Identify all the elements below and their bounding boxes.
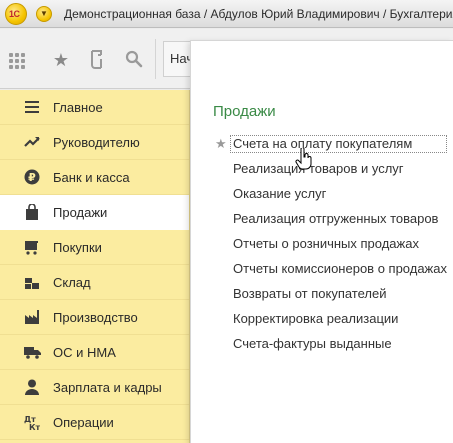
sidebar: Главное Руководителю ₽ Банк и касса Прод… <box>0 90 190 443</box>
panel-link-invoices[interactable]: Счета на оплату покупателям <box>230 135 447 153</box>
svg-text:₽: ₽ <box>28 171 36 184</box>
window-title: Демонстрационная база / Абдулов Юрий Вла… <box>64 6 453 21</box>
sidebar-item-label: Главное <box>53 99 103 115</box>
panel-link-retail-reports[interactable]: Отчеты о розничных продажах <box>233 235 447 260</box>
ruble-coin-icon: ₽ <box>23 168 41 186</box>
sidebar-item-operations[interactable]: Дт Кт Операции <box>0 405 189 440</box>
truck-icon <box>23 343 41 361</box>
panel-link-services[interactable]: Оказание услуг <box>233 185 447 210</box>
sidebar-item-label: Склад <box>53 274 91 290</box>
app-logo-icon: 1C <box>5 2 27 25</box>
logo-text: 1C <box>9 8 20 19</box>
panel-link-commission-reports[interactable]: Отчеты комиссионеров о продажах <box>233 260 447 285</box>
svg-text:Кт: Кт <box>29 423 40 430</box>
chevron-down-icon: ▼ <box>40 8 48 18</box>
sidebar-item-label: Зарплата и кадры <box>53 379 162 395</box>
sidebar-item-salary[interactable]: Зарплата и кадры <box>0 370 189 405</box>
sidebar-item-label: Производство <box>53 309 138 325</box>
cart-icon <box>23 238 41 256</box>
panel-title: Продажи <box>213 103 276 120</box>
factory-icon <box>23 308 41 326</box>
panel-link-invoices-issued[interactable]: Счета-фактуры выданные <box>233 335 447 360</box>
sidebar-item-production[interactable]: Производство <box>0 300 189 335</box>
sidebar-item-sales[interactable]: Продажи <box>0 195 189 230</box>
sidebar-item-label: Банк и касса <box>53 169 130 185</box>
sidebar-item-label: Покупки <box>53 239 102 255</box>
shopping-bag-icon <box>23 203 41 221</box>
history-icon[interactable] <box>86 49 108 71</box>
panel-link-returns[interactable]: Возвраты от покупателей <box>233 285 447 310</box>
panel-links-list: Счета на оплату покупателям Реализация т… <box>230 135 447 360</box>
favorites-star-icon[interactable]: ★ <box>50 49 72 71</box>
sidebar-item-label: Руководителю <box>53 134 140 150</box>
dt-kt-icon: Дт Кт <box>23 413 41 431</box>
trend-icon <box>23 133 41 151</box>
sidebar-item-fixed-assets[interactable]: ОС и НМА <box>0 335 189 370</box>
sidebar-item-label: Продажи <box>53 204 108 220</box>
sidebar-item-bank[interactable]: ₽ Банк и касса <box>0 160 189 195</box>
sidebar-item-main[interactable]: Главное <box>0 90 189 125</box>
search-icon[interactable] <box>123 49 145 71</box>
panel-link-sales-goods[interactable]: Реализация товаров и услуг <box>233 160 447 185</box>
hand-cursor-icon <box>295 148 312 170</box>
sidebar-item-warehouse[interactable]: Склад <box>0 265 189 300</box>
toolbar-divider <box>155 39 156 79</box>
panel-link-shipped-goods[interactable]: Реализация отгруженных товаров <box>233 210 447 235</box>
person-icon <box>23 378 41 396</box>
menu-lines-icon <box>23 98 41 116</box>
sales-popup-panel: Продажи ★ Счета на оплату покупателям Ре… <box>190 40 453 443</box>
sidebar-item-manager[interactable]: Руководителю <box>0 125 189 160</box>
panel-link-sales-adjustment[interactable]: Корректировка реализации <box>233 310 447 335</box>
warehouse-icon <box>23 273 41 291</box>
main-menu-button[interactable]: ▼ <box>36 5 52 22</box>
apps-grid-icon[interactable] <box>9 53 25 69</box>
favorite-star-icon[interactable]: ★ <box>215 136 227 152</box>
title-bar: 1C ▼ Демонстрационная база / Абдулов Юри… <box>0 0 453 28</box>
sidebar-item-purchases[interactable]: Покупки <box>0 230 189 265</box>
history-icon-svg <box>91 50 102 69</box>
magnifier-svg <box>125 50 143 68</box>
sidebar-item-label: ОС и НМА <box>53 344 116 360</box>
sidebar-item-label: Операции <box>53 414 114 430</box>
